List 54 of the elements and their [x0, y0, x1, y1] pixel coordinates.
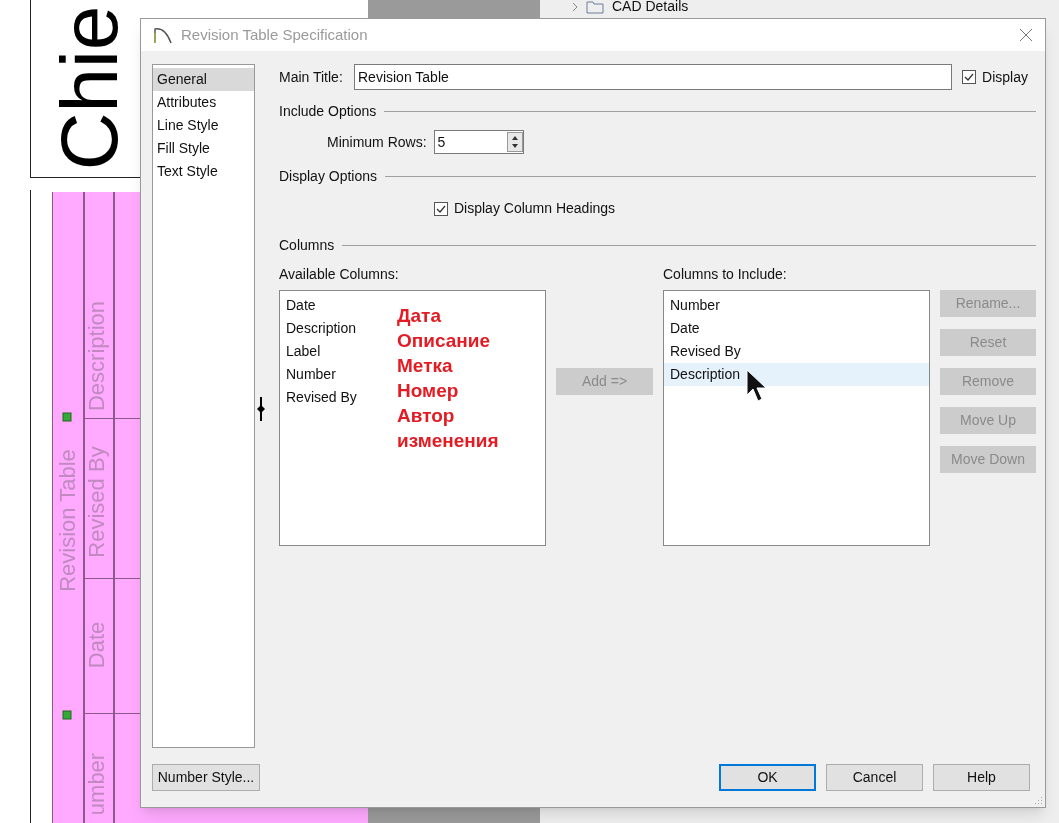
list-item[interactable]: Number — [280, 363, 342, 386]
input-field[interactable]: Revision Table — [354, 64, 953, 90]
close-icon[interactable] — [1019, 28, 1033, 42]
category-item[interactable]: General — [153, 68, 254, 91]
field-label: Minimum Rows: — [327, 132, 427, 152]
folder-icon — [586, 0, 604, 14]
list-item[interactable]: Description — [280, 317, 363, 340]
column-heading: Date — [86, 621, 108, 669]
column-heading: Description — [86, 301, 108, 411]
logo-text: Chie — [50, 5, 130, 171]
column-heading: Revised By — [86, 446, 108, 558]
category-item[interactable]: Text Style — [153, 160, 254, 183]
mouse-pointer-icon — [746, 369, 768, 403]
tree-item[interactable]: CAD Details — [612, 0, 689, 17]
spinner-field[interactable]: 5 — [433, 130, 524, 154]
dialog-button[interactable]: OK — [719, 764, 816, 791]
dialog-button[interactable]: Cancel — [826, 764, 923, 791]
resize-grip-icon[interactable] — [1033, 795, 1043, 805]
list-item[interactable]: Date — [280, 294, 322, 317]
annotation-text: Описание — [397, 329, 492, 353]
section-heading: Display Options — [279, 167, 378, 186]
list-item[interactable]: Label — [280, 340, 327, 363]
section-heading: Include Options — [279, 102, 377, 121]
window-title: Revision Table Specification — [181, 24, 368, 45]
list-item[interactable]: Revised By — [280, 386, 363, 409]
list-item[interactable]: Number — [664, 294, 929, 317]
table-title: Revision Table — [53, 448, 81, 592]
category-item[interactable]: Attributes — [153, 91, 254, 114]
column-heading: umber — [86, 752, 108, 816]
list-label: Columns to Include: — [663, 265, 787, 284]
chevron-icon[interactable] — [572, 1, 578, 12]
checkbox-label: Display — [982, 67, 1028, 87]
resize-cursor-icon — [256, 396, 266, 422]
checkbox-label: Display Column Headings — [454, 199, 616, 218]
grip-handle-icon[interactable] — [62, 710, 72, 720]
checkbox[interactable] — [434, 201, 448, 216]
app-logo-icon — [153, 25, 173, 45]
section-heading: Columns — [279, 236, 335, 255]
list-item[interactable]: Date — [664, 317, 929, 340]
grip-handle-icon[interactable] — [62, 412, 72, 422]
category-item[interactable]: Fill Style — [153, 137, 254, 160]
annotation-text: Метка — [397, 354, 454, 378]
annotation-text: Дата — [397, 304, 442, 328]
category-item[interactable]: Line Style — [153, 114, 254, 137]
list-item[interactable]: Description — [664, 363, 929, 386]
field-label: Main Title: — [279, 67, 344, 87]
number-style-button[interactable]: Number Style... — [152, 764, 260, 791]
list-item[interactable]: Revised By — [664, 340, 929, 363]
checkbox[interactable] — [962, 70, 977, 84]
annotation-text: Автор изменения — [397, 404, 500, 453]
list-label: Available Columns: — [279, 265, 400, 284]
annotation-text: Номер — [397, 379, 460, 403]
spinner-arrows-icon[interactable] — [506, 132, 523, 152]
dialog-button[interactable]: Help — [933, 764, 1030, 791]
